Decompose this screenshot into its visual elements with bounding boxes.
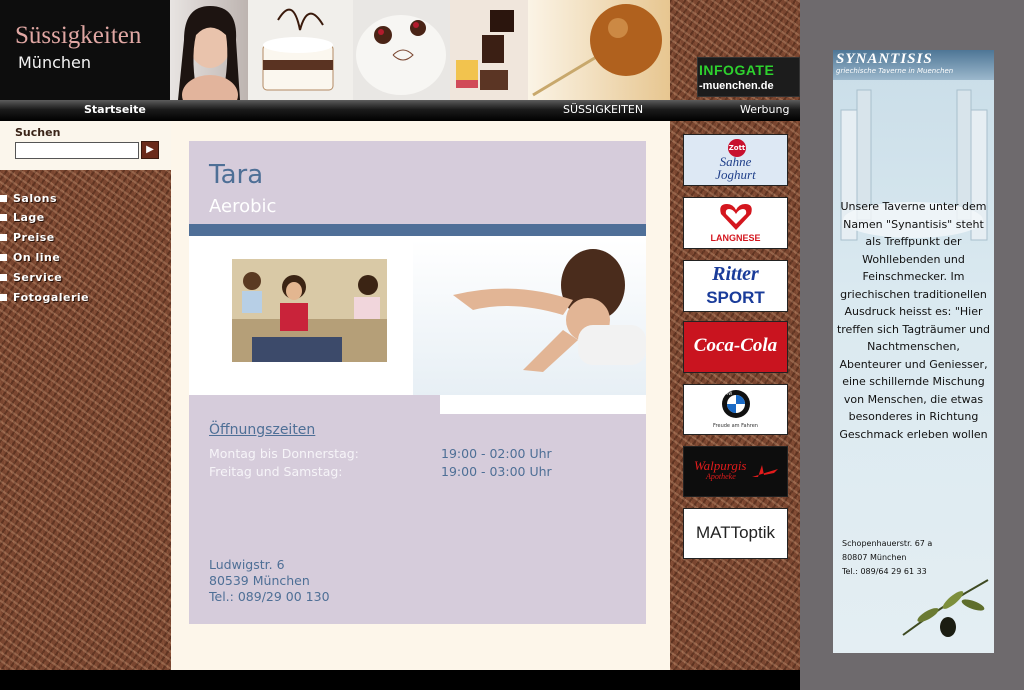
cake-image xyxy=(262,8,334,91)
site-logo-city: München xyxy=(18,53,92,72)
caramel-apple-image xyxy=(532,4,662,97)
nav-home-link[interactable]: Startseite xyxy=(84,103,146,116)
langnese-label: LANGNESE xyxy=(710,233,761,243)
site-logo-title[interactable]: Süssigkeiten xyxy=(15,22,141,50)
page-title: Tara xyxy=(209,160,264,190)
bullet-icon xyxy=(0,294,7,301)
sponsor-ritter-sport[interactable]: Ritter SPORT xyxy=(683,260,788,312)
aerobic-group-photo xyxy=(232,259,387,362)
ad-address-city: 80807 München xyxy=(842,553,907,562)
ritter-label: Ritter xyxy=(712,263,759,285)
sponsor-zott[interactable]: Zott Sahne Joghurt xyxy=(683,134,788,186)
address-city: 80539 München xyxy=(209,573,310,588)
zott-label: Sahne Joghurt xyxy=(684,155,787,181)
sponsor-bmw[interactable]: BMW Freude am Fahren xyxy=(683,384,788,435)
woman-image xyxy=(178,6,240,100)
bullet-icon xyxy=(0,214,7,221)
bmw-brand: BMW xyxy=(722,391,733,396)
synantisis-logo: SYNANTISIS xyxy=(836,51,933,67)
footer-bar xyxy=(0,670,800,690)
pushup-image xyxy=(453,249,646,372)
hours-days-weekend: Freitag und Samstag: xyxy=(209,464,343,479)
header-photo-cake xyxy=(248,0,353,100)
sidebar-item-label: Salons xyxy=(13,192,58,205)
header-photo-caramel-apple xyxy=(528,0,670,100)
ad-address-street: Schopenhauerstr. 67 a xyxy=(842,539,933,548)
infogate-title[interactable]: INFOGATE xyxy=(699,62,774,78)
header-photo-dessert-plate xyxy=(353,0,450,100)
bullet-icon xyxy=(0,195,7,202)
cocacola-label: Coca-Cola xyxy=(693,335,778,356)
image-area-extension xyxy=(440,395,646,414)
address-phone: Tel.: 089/29 00 130 xyxy=(209,589,330,604)
sidebar-item-label: Lage xyxy=(13,211,45,224)
sidebar-item-fotogalerie[interactable]: Fotogalerie xyxy=(0,291,89,304)
sidebar-item-salons[interactable]: Salons xyxy=(0,192,57,205)
bullet-icon xyxy=(0,274,7,281)
search-submit-button[interactable]: ▶ xyxy=(141,141,159,159)
apotheke-label: Apotheke xyxy=(706,472,736,481)
header-photo-woman xyxy=(170,0,248,100)
opening-hours-link[interactable]: Öffnungszeiten xyxy=(209,422,315,438)
langnese-heart-icon xyxy=(720,204,752,230)
header-photo-petit-fours xyxy=(450,0,528,100)
hours-days-weekday: Montag bis Donnerstag: xyxy=(209,446,359,461)
sponsor-matt-optik[interactable]: MATToptik xyxy=(683,508,788,559)
search-label: Suchen xyxy=(15,126,61,139)
hours-time-weekday: 19:00 - 02:00 Uhr xyxy=(441,446,552,461)
sidebar-item-preise[interactable]: Preise xyxy=(0,231,55,244)
sidebar-item-online[interactable]: On line xyxy=(0,251,60,264)
sponsor-langnese[interactable]: LANGNESE xyxy=(683,197,788,249)
aerobic-group-image xyxy=(232,272,387,362)
bullet-icon xyxy=(0,254,7,261)
sidebar-item-label: On line xyxy=(13,251,61,264)
infogate-url[interactable]: -muenchen.de xyxy=(699,80,774,92)
synantisis-tagline: griechische Taverne in Muenchen xyxy=(836,67,954,75)
sport-label: SPORT xyxy=(706,288,765,307)
petit-fours-image xyxy=(456,10,514,90)
sidebar-item-label: Preise xyxy=(13,231,55,244)
hours-time-weekend: 19:00 - 03:00 Uhr xyxy=(441,464,552,479)
address-street: Ludwigstr. 6 xyxy=(209,557,285,572)
synantisis-description: Unsere Taverne unter dem Namen "Synantis… xyxy=(836,200,991,441)
pushup-photo xyxy=(413,240,646,395)
sidebar-item-label: Service xyxy=(13,271,63,284)
bmw-tagline: Freude am Fahren xyxy=(713,423,758,429)
dessert-plate-image xyxy=(356,15,446,95)
bullet-icon xyxy=(0,234,7,241)
sponsor-walpurgis[interactable]: Walpurgis Apotheke xyxy=(683,446,788,497)
olive-branch-image xyxy=(902,579,989,637)
divider-bar xyxy=(189,224,646,236)
matt-label: MATToptik xyxy=(695,523,776,542)
search-input[interactable] xyxy=(15,142,139,159)
nav-ads-link[interactable]: Werbung xyxy=(740,103,789,116)
sidebar-item-label: Fotogalerie xyxy=(13,291,90,304)
witch-icon xyxy=(752,465,778,477)
ad-phone: Tel.: 089/64 29 61 33 xyxy=(842,567,927,576)
sidebar-item-lage[interactable]: Lage xyxy=(0,211,45,224)
zott-label-line2: Joghurt xyxy=(715,167,756,182)
page-subtitle: Aerobic xyxy=(209,196,277,217)
sponsor-coca-cola[interactable]: Coca-Cola xyxy=(683,321,788,373)
nav-sweets-link[interactable]: SÜSSIGKEITEN xyxy=(563,103,643,116)
sidebar-item-service[interactable]: Service xyxy=(0,271,62,284)
